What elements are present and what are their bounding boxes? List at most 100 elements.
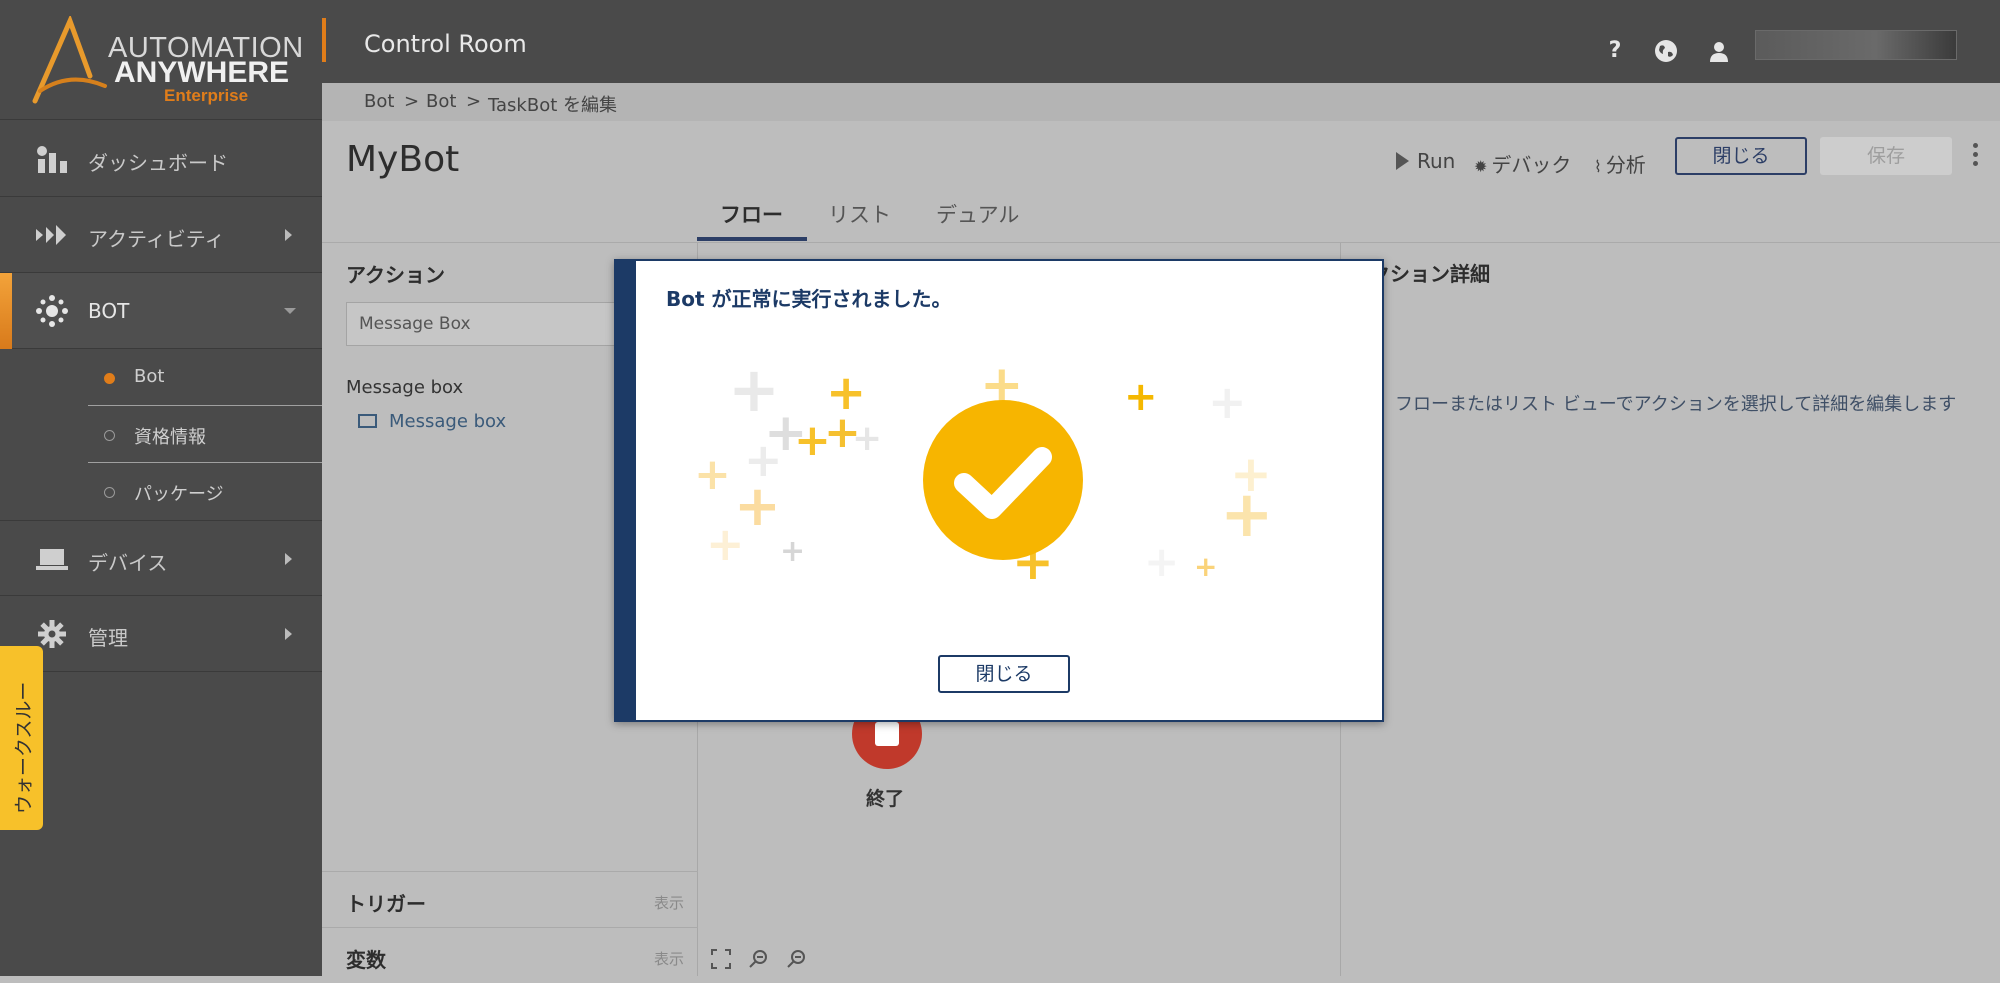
caret-right-icon: [285, 628, 292, 640]
logo[interactable]: AUTOMATION ANYWHERE Enterprise: [0, 0, 322, 120]
page-title: MyBot: [346, 139, 460, 180]
automation-anywhere-logo-icon: [32, 16, 107, 104]
sparkle-icon: +: [852, 418, 883, 459]
zoom-in-icon[interactable]: [786, 948, 808, 970]
variables-show-link[interactable]: 表示: [654, 948, 684, 969]
gear-icon: [38, 620, 66, 648]
end-node-label: 終了: [866, 788, 905, 810]
sparkle-icon: +: [1208, 375, 1247, 429]
help-icon[interactable]: ?: [1602, 38, 1628, 64]
sparkle-icon: +: [706, 517, 745, 571]
sidebar-subitem-packages[interactable]: パッケージ: [88, 464, 322, 520]
sidebar-item-label: BOT: [88, 299, 130, 323]
message-box-icon: [358, 414, 377, 428]
caret-down-icon: [284, 308, 296, 314]
tab-dual[interactable]: デュアル: [936, 199, 1019, 229]
sparkle-icon: +: [1220, 478, 1274, 552]
action-item-message-box[interactable]: Message box: [358, 411, 506, 432]
play-icon: [1396, 152, 1409, 170]
breadcrumb-item-bot[interactable]: Bot: [426, 91, 456, 112]
variables-section[interactable]: 変数 表示: [322, 927, 698, 983]
save-button[interactable]: 保存: [1820, 137, 1952, 175]
action-details-title: クション詳細: [1370, 262, 1490, 286]
triggers-section[interactable]: トリガー 表示: [322, 871, 698, 927]
run-button[interactable]: Run: [1396, 149, 1455, 173]
sparkle-icon: +: [1124, 374, 1158, 420]
breadcrumb-separator: >: [466, 91, 482, 112]
sparkle-icon: +: [694, 449, 731, 500]
zoom-out-icon[interactable]: [748, 948, 770, 970]
logo-line-2: ANYWHERE: [114, 56, 290, 89]
action-details-panel: [1341, 243, 2000, 976]
bug-icon: ✹: [1474, 157, 1488, 176]
debug-button[interactable]: ✹ デバック: [1474, 149, 1571, 178]
globe-icon[interactable]: [1653, 38, 1679, 64]
sidebar-item-activity[interactable]: アクティビティ: [0, 197, 322, 273]
sidebar-subitem-bot[interactable]: Bot: [88, 350, 322, 406]
variables-title: 変数: [346, 948, 386, 972]
sidebar: AUTOMATION ANYWHERE Enterprise ダッシュボード ア…: [0, 0, 322, 976]
action-group-label: Message box: [346, 377, 464, 398]
success-dialog: Bot が正常に実行されました。 + + + + + + + + + + + +…: [614, 259, 1384, 722]
dialog-accent-stripe: [616, 261, 636, 720]
activity-icon: [36, 225, 66, 245]
app-title: Control Room: [364, 30, 527, 58]
sidebar-subitem-label: パッケージ: [134, 484, 224, 505]
fit-to-screen-icon[interactable]: [710, 948, 732, 970]
breadcrumb-item-current: TaskBot を編集: [488, 95, 617, 116]
debug-label: デバック: [1491, 153, 1572, 177]
walkthrough-label: ウォークスルー: [13, 681, 35, 814]
sidebar-subitem-label: 資格情報: [134, 427, 206, 448]
sidebar-subitem-label: Bot: [134, 366, 165, 387]
triggers-show-link[interactable]: 表示: [654, 892, 684, 913]
breadcrumb: Bot > Bot > TaskBot を編集: [322, 83, 2000, 121]
caret-right-icon: [285, 229, 292, 241]
sparkle-icon: +: [1144, 537, 1180, 586]
logo-line-3: Enterprise: [164, 86, 249, 105]
actions-title: アクション: [346, 263, 445, 287]
stop-icon: [875, 722, 899, 746]
laptop-icon: [36, 549, 68, 570]
checkmark-circle-icon: [923, 400, 1083, 560]
tab-flow[interactable]: フロー: [720, 199, 783, 229]
action-search-input[interactable]: Message Box: [346, 302, 636, 346]
action-details-hint: フローまたはリスト ビューでアクションを選択して詳細を編集します: [1395, 394, 1957, 415]
title-accent: [322, 18, 326, 62]
analyze-label: 分析: [1605, 153, 1646, 177]
dashboard-icon: [37, 146, 67, 173]
breadcrumb-separator: >: [404, 91, 420, 112]
sidebar-item-label: ダッシュボード: [88, 151, 228, 175]
sparkle-icon: +: [1194, 550, 1218, 583]
selected-dot-icon: [104, 373, 115, 384]
sidebar-item-label: デバイス: [88, 551, 168, 575]
user-name-field[interactable]: [1755, 30, 1957, 60]
caret-right-icon: [285, 553, 292, 565]
sidebar-item-admin[interactable]: 管理: [0, 596, 322, 672]
sidebar-item-dashboard[interactable]: ダッシュボード: [0, 121, 322, 197]
user-icon[interactable]: [1706, 38, 1732, 64]
active-tab-indicator: [697, 237, 807, 241]
dialog-close-button[interactable]: 閉じる: [938, 655, 1070, 693]
close-button[interactable]: 閉じる: [1675, 137, 1807, 175]
triggers-title: トリガー: [346, 892, 426, 916]
bot-icon: [36, 295, 68, 327]
active-indicator: [0, 273, 12, 349]
sidebar-subitem-credentials[interactable]: 資格情報: [88, 407, 322, 463]
sidebar-item-devices[interactable]: デバイス: [0, 520, 322, 596]
dot-icon: [104, 430, 115, 441]
analyze-button[interactable]: ⌇ 分析: [1594, 149, 1646, 178]
breadcrumb-item-bot[interactable]: Bot: [364, 91, 394, 112]
chart-line-icon: ⌇: [1594, 157, 1602, 176]
dialog-message: Bot が正常に実行されました。: [666, 287, 952, 311]
action-item-label: Message box: [389, 411, 507, 432]
editor-header: MyBot Run ✹ デバック ⌇ 分析 閉じる 保存 フロー リスト デュアル: [322, 121, 2000, 243]
sparkle-icon: +: [780, 534, 806, 569]
sidebar-item-label: 管理: [88, 626, 128, 650]
top-bar: Control Room ?: [322, 0, 2000, 83]
run-label: Run: [1417, 149, 1456, 173]
tab-list[interactable]: リスト: [828, 199, 891, 229]
more-menu-icon[interactable]: [1970, 139, 1980, 173]
sidebar-item-label: アクティビティ: [88, 227, 225, 251]
walkthrough-tab[interactable]: ウォークスルー: [0, 646, 43, 830]
sidebar-item-bot[interactable]: BOT: [0, 273, 322, 349]
